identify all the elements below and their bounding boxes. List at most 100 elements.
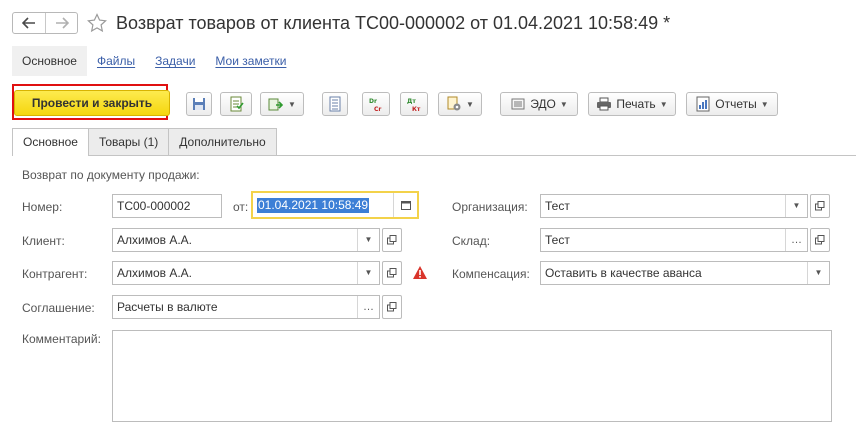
- printer-icon: [597, 97, 612, 111]
- organization-dropdown-button[interactable]: ▼: [785, 195, 807, 217]
- post-and-close-button[interactable]: Провести и закрыть: [14, 90, 170, 116]
- compensation-dropdown-button[interactable]: ▼: [807, 262, 829, 284]
- date-input[interactable]: 01.04.2021 10:58:49: [251, 191, 419, 219]
- counterparty-open-button[interactable]: [382, 261, 402, 285]
- organization-value: Тест: [545, 199, 570, 213]
- warehouse-select-button[interactable]: …: [785, 229, 807, 251]
- edo-button[interactable]: ЭДО ▼: [500, 92, 578, 116]
- counterparty-dropdown-button[interactable]: ▼: [357, 262, 379, 284]
- date-from-label: от:: [233, 200, 249, 214]
- caret-down-icon: ▼: [364, 268, 373, 277]
- comment-label: Комментарий:: [22, 332, 101, 346]
- floppy-disk-icon: [193, 98, 205, 110]
- print-button-label: Печать: [616, 97, 656, 111]
- section-my-notes[interactable]: Мои заметки: [205, 46, 296, 76]
- edo-exchange-icon: [511, 98, 525, 110]
- date-selected-text: 01.04.2021 10:58:49: [257, 198, 370, 213]
- svg-text:Dr: Dr: [369, 98, 377, 105]
- tab-divider: [12, 155, 856, 156]
- open-window-icon: [387, 302, 397, 312]
- warehouse-input[interactable]: Тест …: [540, 228, 808, 252]
- attachments-button[interactable]: ▼: [438, 92, 482, 116]
- save-button[interactable]: [186, 92, 212, 116]
- edo-button-label: ЭДО: [530, 97, 556, 111]
- client-dropdown-button[interactable]: ▼: [357, 229, 379, 251]
- agreement-label: Соглашение:: [22, 301, 95, 315]
- back-button[interactable]: [13, 13, 45, 33]
- agreement-value: Расчеты в валюте: [117, 300, 218, 314]
- calendar-icon: [400, 201, 411, 210]
- post-document-icon: [230, 96, 244, 112]
- compensation-value: Оставить в качестве аванса: [545, 266, 702, 280]
- dt-ct-button[interactable]: Dr Cr: [362, 92, 390, 116]
- caret-down-icon: ▼: [288, 99, 296, 109]
- calendar-button[interactable]: [393, 193, 417, 217]
- nav-buttons: [12, 12, 78, 34]
- ellipsis-icon: …: [791, 234, 802, 246]
- warning-icon[interactable]: [412, 265, 428, 280]
- warehouse-value: Тест: [545, 233, 570, 247]
- forward-button[interactable]: [45, 13, 77, 33]
- report-icon: [696, 96, 710, 112]
- caret-down-icon: ▼: [559, 99, 568, 109]
- create-based-on-icon: [268, 98, 284, 111]
- caret-down-icon: ▼: [659, 99, 668, 109]
- organization-input[interactable]: Тест ▼: [540, 194, 808, 218]
- warehouse-open-button[interactable]: [810, 228, 830, 252]
- svg-text:Дт: Дт: [407, 98, 416, 105]
- tab-additional[interactable]: Дополнительно: [168, 128, 277, 155]
- caret-down-icon: ▼: [792, 201, 801, 210]
- agreement-select-button[interactable]: …: [357, 296, 379, 318]
- number-input[interactable]: ТС00-000002: [112, 194, 222, 218]
- list-document-icon: [329, 96, 341, 112]
- post-button[interactable]: [220, 92, 252, 116]
- tab-goods[interactable]: Товары (1): [87, 128, 170, 155]
- section-tasks[interactable]: Задачи: [145, 46, 205, 76]
- counterparty-value: Алхимов А.А.: [117, 266, 193, 280]
- postings-button[interactable]: Дт Кт: [400, 92, 428, 116]
- compensation-select[interactable]: Оставить в качестве аванса ▼: [540, 261, 830, 285]
- client-input[interactable]: Алхимов А.А. ▼: [112, 228, 380, 252]
- favorite-button[interactable]: [86, 12, 108, 34]
- open-window-icon: [387, 235, 397, 245]
- form-tabs: Основное Товары (1) Дополнительно: [12, 128, 277, 156]
- caret-down-icon: ▼: [364, 235, 373, 244]
- client-label: Клиент:: [22, 234, 65, 248]
- warehouse-label: Склад:: [452, 234, 491, 248]
- create-based-on-button[interactable]: ▼: [260, 92, 304, 116]
- debit-credit-ru-icon: ДтКт: [407, 98, 421, 112]
- counterparty-input[interactable]: Алхимов А.А. ▼: [112, 261, 380, 285]
- return-by-sale-label: Возврат по документу продажи:: [22, 168, 200, 182]
- number-label: Номер:: [22, 200, 63, 214]
- structure-button[interactable]: [322, 92, 348, 116]
- organization-open-button[interactable]: [810, 194, 830, 218]
- agreement-open-button[interactable]: [382, 295, 402, 319]
- star-icon: [87, 13, 107, 33]
- page-title: Возврат товаров от клиента ТС00-000002 о…: [116, 12, 671, 33]
- tab-main[interactable]: Основное: [12, 128, 89, 156]
- compensation-label: Компенсация:: [452, 267, 530, 281]
- caret-down-icon: ▼: [466, 99, 474, 109]
- title-bar: Возврат товаров от клиента ТС00-000002 о…: [12, 10, 670, 36]
- client-open-button[interactable]: [382, 228, 402, 252]
- agreement-input[interactable]: Расчеты в валюте …: [112, 295, 380, 319]
- section-files[interactable]: Файлы: [87, 46, 145, 76]
- arrow-left-icon: [22, 17, 35, 29]
- caret-down-icon: ▼: [760, 99, 769, 109]
- command-bar: Провести и закрыть ▼ Dr Cr Дт Кт ▼ ЭДО ▼ П…: [12, 84, 812, 124]
- section-main[interactable]: Основное: [12, 46, 87, 76]
- open-window-icon: [387, 268, 397, 278]
- document-settings-icon: [447, 96, 461, 111]
- svg-text:Cr: Cr: [374, 106, 381, 112]
- organization-label: Организация:: [452, 200, 528, 214]
- caret-down-icon: ▼: [814, 268, 823, 277]
- open-window-icon: [815, 235, 825, 245]
- counterparty-label: Контрагент:: [22, 267, 88, 281]
- debit-credit-icon: DrCr: [369, 98, 381, 112]
- section-nav: Основное Файлы Задачи Мои заметки: [12, 46, 296, 76]
- print-button[interactable]: Печать ▼: [588, 92, 676, 116]
- comment-textarea[interactable]: [112, 330, 832, 422]
- open-window-icon: [815, 201, 825, 211]
- reports-button[interactable]: Отчеты ▼: [686, 92, 778, 116]
- ellipsis-icon: …: [363, 301, 374, 313]
